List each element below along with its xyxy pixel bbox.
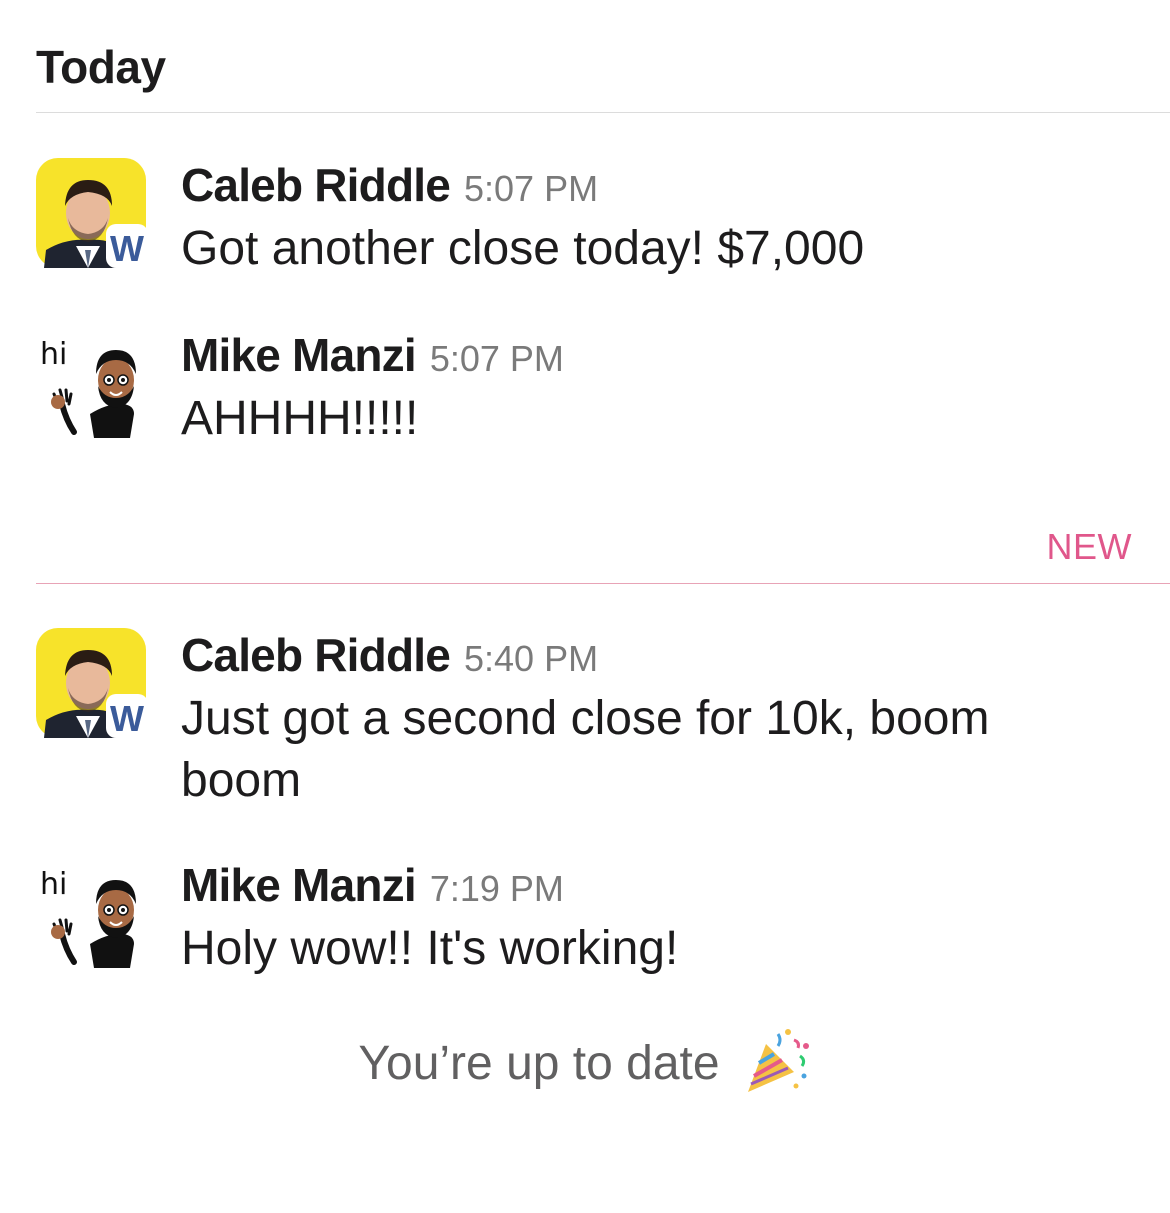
up-to-date-text: You’re up to date — [358, 1037, 720, 1090]
timestamp[interactable]: 5:40 PM — [464, 638, 598, 679]
avatar-sticker-text: hi — [40, 867, 67, 902]
new-messages-label: NEW — [1046, 526, 1132, 567]
timestamp[interactable]: 5:07 PM — [430, 338, 564, 379]
author-name[interactable]: Caleb Riddle — [181, 159, 451, 211]
avatar-badge: W — [110, 228, 144, 268]
avatar-badge: W — [110, 698, 144, 738]
message-text: Just got a second close for 10k, boom bo… — [181, 692, 990, 807]
new-messages-divider — [36, 583, 1170, 584]
up-to-date-notice: You’re up to date — [0, 1029, 1170, 1096]
avatar-caleb[interactable]: W — [36, 628, 148, 739]
timestamp[interactable]: 7:19 PM — [430, 868, 564, 909]
avatar-sticker-text: hi — [40, 337, 67, 372]
avatar-caleb[interactable]: W — [36, 158, 148, 269]
avatar-mike[interactable]: hi — [36, 328, 146, 438]
message-text: Got another close today! $7,000 — [181, 222, 865, 275]
author-name[interactable]: Mike Manzi — [181, 329, 417, 381]
message-text: AHHHH!!!!! — [181, 392, 419, 445]
author-name[interactable]: Mike Manzi — [181, 859, 417, 911]
timestamp[interactable]: 5:07 PM — [464, 168, 598, 209]
author-name[interactable]: Caleb Riddle — [181, 629, 451, 681]
day-divider — [36, 112, 1170, 113]
party-popper-icon — [742, 1026, 812, 1096]
message-body: Caleb Riddle 5:40 PM Just got a second cl… — [181, 628, 1081, 812]
message-body: Caleb Riddle 5:07 PM Got another close to… — [181, 158, 1081, 280]
message-body: Mike Manzi 7:19 PM Holy wow!! It's workin… — [181, 858, 1081, 980]
message-text: Holy wow!! It's working! — [181, 922, 679, 975]
message-body: Mike Manzi 5:07 PM AHHHH!!!!! — [181, 328, 1081, 450]
day-header: Today — [36, 41, 166, 93]
avatar-mike[interactable]: hi — [36, 858, 146, 968]
